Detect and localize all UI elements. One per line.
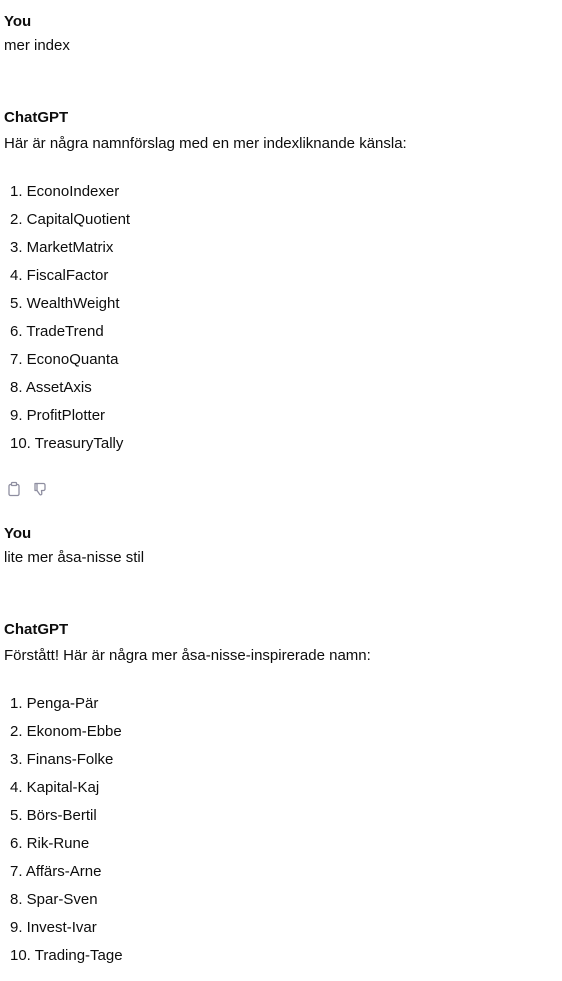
list-item: 9. ProfitPlotter <box>10 407 106 424</box>
list-item: 10. TreasuryTally <box>10 435 124 452</box>
assistant-speaker-label: ChatGPT <box>4 109 69 126</box>
list-item: 2. CapitalQuotient <box>10 211 131 228</box>
thumbs-down-icon[interactable] <box>32 481 48 497</box>
user-message-text: mer index <box>4 37 70 54</box>
list-item: 2. Ekonom-Ebbe <box>10 723 122 740</box>
list-item: 6. Rik-Rune <box>10 835 90 852</box>
list-item: 10. Trading-Tage <box>10 947 123 964</box>
assistant-intro-text: Här är några namnförslag med en mer inde… <box>4 135 407 152</box>
list-item: 8. Spar-Sven <box>10 891 98 908</box>
list-item: 7. EconoQuanta <box>10 351 119 368</box>
list-item: 5. Börs-Bertil <box>10 807 97 824</box>
list-item: 3. MarketMatrix <box>10 239 114 256</box>
list-item: 4. FiscalFactor <box>10 267 109 284</box>
list-item: 1. EconoIndexer <box>10 183 120 200</box>
list-item: 3. Finans-Folke <box>10 751 114 768</box>
list-item: 4. Kapital-Kaj <box>10 779 100 796</box>
assistant-name-list: 1. Penga-Pär 2. Ekonom-Ebbe 3. Finans-Fo… <box>10 695 123 975</box>
assistant-name-list: 1. EconoIndexer 2. CapitalQuotient 3. Ma… <box>10 183 130 463</box>
list-item: 1. Penga-Pär <box>10 695 99 712</box>
message-actions <box>6 481 48 497</box>
assistant-intro-text: Förstått! Här är några mer åsa-nisse-ins… <box>4 647 371 664</box>
user-speaker-label: You <box>4 525 32 542</box>
user-speaker-label: You <box>4 13 32 30</box>
list-item: 5. WealthWeight <box>10 295 120 312</box>
list-item: 6. TradeTrend <box>10 323 104 340</box>
list-item: 7. Affärs-Arne <box>10 863 102 880</box>
user-message-text: lite mer åsa-nisse stil <box>4 549 145 566</box>
list-item: 9. Invest-Ivar <box>10 919 97 936</box>
assistant-speaker-label: ChatGPT <box>4 621 69 638</box>
list-item: 8. AssetAxis <box>10 379 92 396</box>
copy-icon[interactable] <box>6 481 22 497</box>
